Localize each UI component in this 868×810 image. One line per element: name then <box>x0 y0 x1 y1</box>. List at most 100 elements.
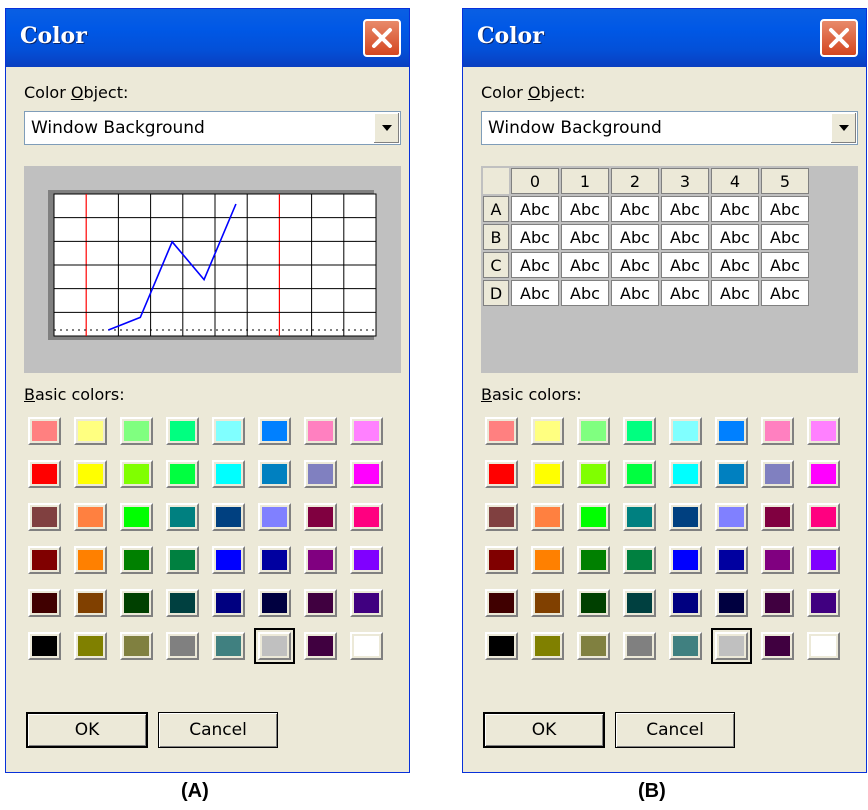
color-swatch[interactable] <box>807 417 840 445</box>
dropdown-button[interactable] <box>373 113 399 143</box>
color-swatch[interactable] <box>623 460 656 488</box>
color-swatch[interactable] <box>258 417 291 445</box>
color-swatch[interactable] <box>577 546 610 574</box>
color-swatch[interactable] <box>807 460 840 488</box>
color-swatch[interactable] <box>166 417 199 445</box>
color-swatch[interactable] <box>28 546 61 574</box>
color-swatch[interactable] <box>350 589 383 617</box>
color-swatch[interactable] <box>807 632 840 660</box>
color-swatch[interactable] <box>120 632 153 660</box>
color-swatch[interactable] <box>485 589 518 617</box>
color-swatch[interactable] <box>166 632 199 660</box>
cancel-button[interactable]: Cancel <box>158 712 278 748</box>
color-swatch[interactable] <box>28 632 61 660</box>
color-swatch[interactable] <box>485 503 518 531</box>
close-button[interactable] <box>363 19 401 57</box>
title-bar[interactable]: Color <box>6 9 409 67</box>
color-swatch[interactable] <box>304 632 337 660</box>
color-swatch[interactable] <box>74 503 107 531</box>
color-swatch[interactable] <box>531 632 564 660</box>
color-swatch[interactable] <box>761 460 794 488</box>
color-swatch[interactable] <box>350 417 383 445</box>
color-swatch[interactable] <box>350 503 383 531</box>
color-swatch[interactable] <box>166 460 199 488</box>
cancel-button[interactable]: Cancel <box>615 712 735 748</box>
color-swatch[interactable] <box>715 417 748 445</box>
color-swatch[interactable] <box>350 632 383 660</box>
color-swatch[interactable] <box>715 460 748 488</box>
color-swatch[interactable] <box>531 589 564 617</box>
color-swatch[interactable] <box>623 632 656 660</box>
color-swatch[interactable] <box>485 632 518 660</box>
color-swatch[interactable] <box>120 589 153 617</box>
color-swatch[interactable] <box>304 546 337 574</box>
color-swatch[interactable] <box>212 417 245 445</box>
color-swatch[interactable] <box>304 503 337 531</box>
color-swatch[interactable] <box>623 417 656 445</box>
ok-button[interactable]: OK <box>26 712 148 748</box>
color-swatch[interactable] <box>120 546 153 574</box>
color-swatch[interactable] <box>485 417 518 445</box>
color-swatch[interactable] <box>166 503 199 531</box>
color-swatch[interactable] <box>120 503 153 531</box>
color-swatch[interactable] <box>74 417 107 445</box>
ok-button[interactable]: OK <box>483 712 605 748</box>
color-swatch[interactable] <box>669 460 702 488</box>
color-swatch[interactable] <box>577 503 610 531</box>
color-swatch[interactable] <box>669 632 702 660</box>
title-bar[interactable]: Color <box>463 9 866 67</box>
color-swatch[interactable] <box>258 460 291 488</box>
color-swatch[interactable] <box>166 546 199 574</box>
color-swatch[interactable] <box>212 503 245 531</box>
color-swatch[interactable] <box>531 417 564 445</box>
color-swatch[interactable] <box>669 503 702 531</box>
color-swatch[interactable] <box>531 546 564 574</box>
color-swatch[interactable] <box>807 546 840 574</box>
color-swatch[interactable] <box>166 589 199 617</box>
color-swatch[interactable] <box>28 417 61 445</box>
color-swatch[interactable] <box>711 628 752 664</box>
color-swatch[interactable] <box>807 503 840 531</box>
color-swatch[interactable] <box>258 503 291 531</box>
color-swatch[interactable] <box>120 417 153 445</box>
color-swatch[interactable] <box>531 503 564 531</box>
color-swatch[interactable] <box>577 417 610 445</box>
color-object-select[interactable]: Window Background <box>481 111 858 145</box>
color-swatch[interactable] <box>74 546 107 574</box>
color-swatch[interactable] <box>531 460 564 488</box>
color-swatch[interactable] <box>74 632 107 660</box>
close-button[interactable] <box>820 19 858 57</box>
color-swatch[interactable] <box>258 546 291 574</box>
color-swatch[interactable] <box>623 503 656 531</box>
color-swatch[interactable] <box>761 632 794 660</box>
color-swatch[interactable] <box>350 460 383 488</box>
color-swatch[interactable] <box>28 503 61 531</box>
color-swatch[interactable] <box>212 460 245 488</box>
color-object-select[interactable]: Window Background <box>24 111 401 145</box>
color-swatch[interactable] <box>304 417 337 445</box>
color-swatch[interactable] <box>761 417 794 445</box>
dropdown-button[interactable] <box>830 113 856 143</box>
color-swatch[interactable] <box>715 503 748 531</box>
color-swatch[interactable] <box>715 546 748 574</box>
color-swatch[interactable] <box>715 589 748 617</box>
color-swatch[interactable] <box>669 417 702 445</box>
color-swatch[interactable] <box>623 589 656 617</box>
color-swatch[interactable] <box>577 632 610 660</box>
color-swatch[interactable] <box>28 460 61 488</box>
color-swatch[interactable] <box>212 546 245 574</box>
color-swatch[interactable] <box>28 589 61 617</box>
color-swatch[interactable] <box>258 589 291 617</box>
color-swatch[interactable] <box>669 589 702 617</box>
color-swatch[interactable] <box>761 546 794 574</box>
color-swatch[interactable] <box>120 460 153 488</box>
color-swatch[interactable] <box>304 589 337 617</box>
color-swatch[interactable] <box>485 546 518 574</box>
color-swatch[interactable] <box>74 460 107 488</box>
color-swatch[interactable] <box>807 589 840 617</box>
color-swatch[interactable] <box>212 589 245 617</box>
color-swatch[interactable] <box>304 460 337 488</box>
color-swatch[interactable] <box>74 589 107 617</box>
color-swatch[interactable] <box>577 460 610 488</box>
color-swatch[interactable] <box>577 589 610 617</box>
